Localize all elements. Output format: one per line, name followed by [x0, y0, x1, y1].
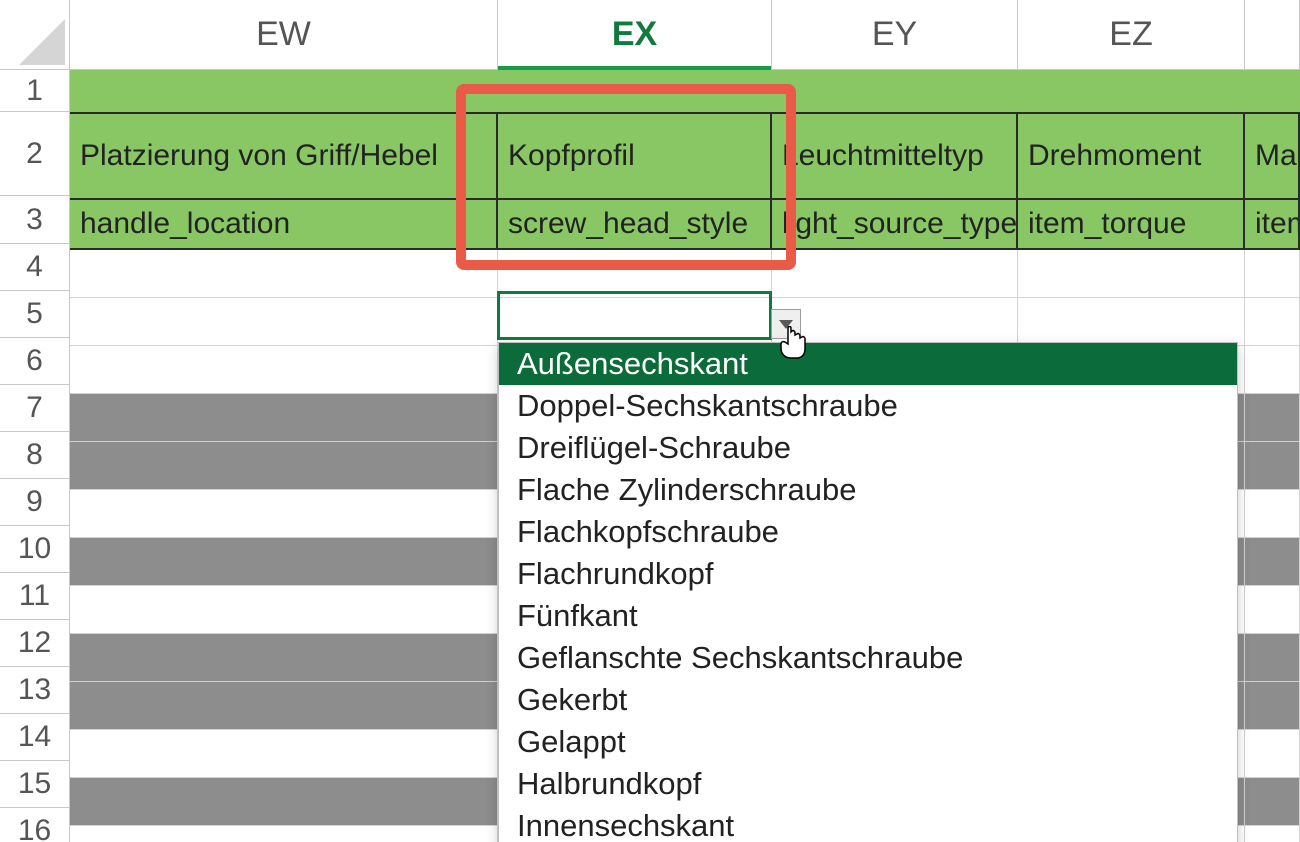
row-header-4[interactable]: 4 [0, 244, 70, 291]
dropdown-option[interactable]: Außensechskant [499, 343, 1237, 385]
cell-EW2[interactable]: Platzierung von Griff/Hebel [70, 114, 498, 198]
cell-EX2[interactable]: Kopfprofil [498, 114, 772, 198]
cell-FA5[interactable] [1245, 298, 1300, 345]
cell-EW4[interactable] [70, 250, 498, 297]
row-header-10[interactable]: 10 [0, 526, 70, 573]
cell-EW13[interactable] [70, 682, 498, 729]
col-header-EY[interactable]: EY [772, 0, 1018, 70]
cell-EY2[interactable]: Leuchtmitteltyp [772, 114, 1018, 198]
cell-FA11[interactable] [1245, 586, 1300, 633]
cell-EW1[interactable] [70, 70, 498, 112]
cell-FA10[interactable] [1245, 538, 1300, 585]
row-header-8[interactable]: 8 [0, 432, 70, 479]
cell-FA16[interactable] [1245, 826, 1300, 842]
dropdown-option[interactable]: Gekerbt [499, 679, 1237, 721]
dropdown-option[interactable]: Gelappt [499, 721, 1237, 763]
cell-EY4[interactable] [772, 250, 1018, 297]
row-headers: 1 2 3 4 5 6 7 8 9 10 11 12 13 14 15 16 [0, 70, 70, 842]
cell-FA6[interactable] [1245, 346, 1300, 393]
data-validation-dropdown-list[interactable]: Außensechskant Doppel-Sechskantschraube … [498, 342, 1238, 842]
chevron-down-icon [779, 320, 793, 329]
cell-FA7[interactable] [1245, 394, 1300, 441]
dropdown-option[interactable]: Flache Zylinderschraube [499, 469, 1237, 511]
row-header-2[interactable]: 2 [0, 112, 70, 196]
row-header-1[interactable]: 1 [0, 70, 70, 112]
cell-EW16[interactable] [70, 826, 498, 842]
dropdown-option[interactable]: Flachkopfschraube [499, 511, 1237, 553]
row-header-5[interactable]: 5 [0, 291, 70, 338]
cell-FA9[interactable] [1245, 490, 1300, 537]
cell-EY3[interactable]: light_source_type [772, 200, 1018, 248]
data-validation-dropdown-button[interactable] [771, 309, 801, 339]
cell-EY1[interactable] [772, 70, 1018, 112]
row-header-16[interactable]: 16 [0, 808, 70, 842]
cell-EX4[interactable] [498, 250, 772, 297]
col-header-label: EW [256, 15, 311, 54]
dropdown-option[interactable]: Doppel-Sechskantschraube [499, 385, 1237, 427]
row-header-14[interactable]: 14 [0, 714, 70, 761]
cell-EY5[interactable] [772, 298, 1018, 345]
row-3: handle_location screw_head_style light_s… [70, 200, 1300, 250]
cell-FA1[interactable] [1245, 70, 1300, 112]
cell-FA4[interactable] [1245, 250, 1300, 297]
cell-FA14[interactable] [1245, 730, 1300, 777]
row-5 [70, 298, 1300, 346]
cell-FA12[interactable] [1245, 634, 1300, 681]
row-header-11[interactable]: 11 [0, 573, 70, 620]
cell-EW7[interactable] [70, 394, 498, 441]
select-all-corner[interactable] [0, 0, 70, 70]
cell-EW15[interactable] [70, 778, 498, 825]
row-2: Platzierung von Griff/Hebel Kopfprofil L… [70, 114, 1300, 200]
column-headers: EW EX EY EZ [0, 0, 1300, 70]
dropdown-option[interactable]: Dreiflügel-Schraube [499, 427, 1237, 469]
cell-EW14[interactable] [70, 730, 498, 777]
row-header-13[interactable]: 13 [0, 667, 70, 714]
row-4 [70, 250, 1300, 298]
cell-EZ3[interactable]: item_torque [1018, 200, 1245, 248]
cell-EW10[interactable] [70, 538, 498, 585]
col-header-EX[interactable]: EX [498, 0, 772, 70]
col-header-label: EY [872, 15, 917, 54]
cell-EX1[interactable] [498, 70, 772, 112]
dropdown-option[interactable]: Innensechskant [499, 805, 1237, 842]
cell-FA8[interactable] [1245, 442, 1300, 489]
row-header-6[interactable]: 6 [0, 338, 70, 385]
cell-FA2[interactable]: Maß [1245, 114, 1300, 198]
cell-EZ4[interactable] [1018, 250, 1245, 297]
cell-EW3[interactable]: handle_location [70, 200, 498, 248]
cell-EW6[interactable] [70, 346, 498, 393]
dropdown-option[interactable]: Fünfkant [499, 595, 1237, 637]
spreadsheet: EW EX EY EZ 1 2 3 4 5 6 7 8 9 10 11 12 1… [0, 0, 1300, 842]
cell-FA15[interactable] [1245, 778, 1300, 825]
col-header-label: EX [612, 15, 657, 54]
cell-FA3[interactable]: item [1245, 200, 1300, 248]
col-header-EW[interactable]: EW [70, 0, 498, 70]
col-header-label: EZ [1109, 15, 1152, 54]
cell-EW12[interactable] [70, 634, 498, 681]
row-header-3[interactable]: 3 [0, 196, 70, 244]
cell-EW8[interactable] [70, 442, 498, 489]
row-header-15[interactable]: 15 [0, 761, 70, 808]
col-header-FA[interactable] [1245, 0, 1300, 70]
cell-FA13[interactable] [1245, 682, 1300, 729]
cell-EW11[interactable] [70, 586, 498, 633]
cell-EX3[interactable]: screw_head_style [498, 200, 772, 248]
row-header-9[interactable]: 9 [0, 479, 70, 526]
cell-EZ1[interactable] [1018, 70, 1245, 112]
dropdown-option[interactable]: Flachrundkopf [499, 553, 1237, 595]
cell-EW9[interactable] [70, 490, 498, 537]
row-header-12[interactable]: 12 [0, 620, 70, 667]
cell-EW5[interactable] [70, 298, 498, 345]
dropdown-option[interactable]: Geflanschte Sechskantschraube [499, 637, 1237, 679]
cell-EZ5[interactable] [1018, 298, 1245, 345]
dropdown-option[interactable]: Halbrundkopf [499, 763, 1237, 805]
row-header-7[interactable]: 7 [0, 385, 70, 432]
cell-EZ2[interactable]: Drehmoment [1018, 114, 1245, 198]
cell-EX5[interactable] [498, 298, 772, 345]
row-1 [70, 70, 1300, 114]
col-header-EZ[interactable]: EZ [1018, 0, 1245, 70]
